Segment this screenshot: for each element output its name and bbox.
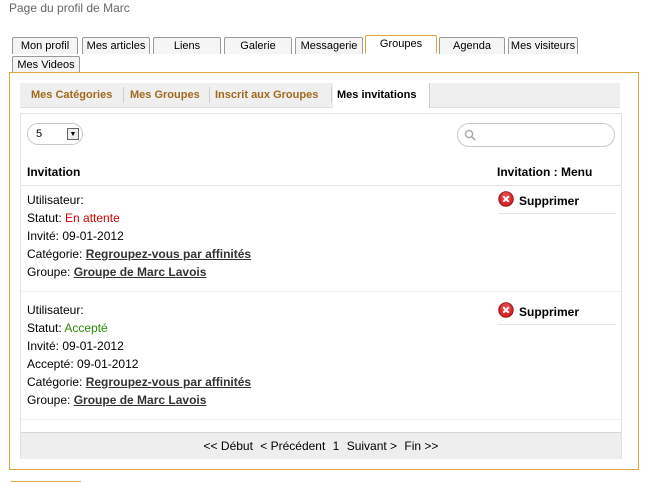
group-link[interactable]: Groupe de Marc Lavois: [74, 265, 207, 279]
user-label: Utilisateur:: [27, 193, 84, 207]
delete-label: Supprimer: [519, 305, 580, 319]
delete-circle-icon: [498, 191, 514, 207]
subtab-divider: [331, 87, 332, 103]
group-line: Groupe: Groupe de Marc Lavois: [27, 263, 251, 281]
tab-messagerie[interactable]: Messagerie: [295, 37, 363, 54]
search-icon: [464, 129, 476, 141]
invitation-row: Utilisateur: Statut: En attente Invité: …: [27, 191, 251, 281]
per-page-select[interactable]: 5 ▼: [27, 123, 83, 145]
category-line: Catégorie: Regroupez-vous par affinités: [27, 245, 251, 263]
category-line: Catégorie: Regroupez-vous par affinités: [27, 373, 251, 391]
row-divider: [21, 291, 621, 292]
column-header-invitation: Invitation: [27, 165, 81, 179]
tab-groupes[interactable]: Groupes: [365, 35, 437, 54]
accepted-date: 09-01-2012: [77, 357, 139, 371]
header-divider: [21, 185, 621, 186]
subtab-divider: [123, 87, 124, 103]
status-line: Statut: Accepté: [27, 319, 251, 337]
group-label: Groupe:: [27, 393, 71, 407]
pager-first[interactable]: << Début: [204, 439, 253, 453]
invitations-box: 5 ▼ Invitation Invitation : Menu Utilisa…: [20, 113, 622, 459]
tab-mes-videos[interactable]: Mes Videos: [12, 56, 80, 73]
tab-mon-profil[interactable]: Mon profil: [12, 37, 78, 54]
category-label: Catégorie:: [27, 375, 83, 389]
pager-current: 1: [332, 439, 340, 453]
group-label: Groupe:: [27, 265, 71, 279]
delete-button[interactable]: Supprimer: [498, 302, 616, 325]
subtab-divider: [209, 87, 210, 103]
pager-prev[interactable]: < Précédent: [260, 439, 325, 453]
category-link[interactable]: Regroupez-vous par affinités: [86, 247, 251, 261]
invited-date: 09-01-2012: [62, 229, 124, 243]
chevron-down-icon[interactable]: ▼: [67, 128, 79, 140]
delete-label: Supprimer: [519, 194, 580, 208]
invited-label: Invité:: [27, 339, 60, 353]
group-link[interactable]: Groupe de Marc Lavois: [74, 393, 207, 407]
invited-line: Invité: 09-01-2012: [27, 227, 251, 245]
status-value: Accepté: [64, 321, 108, 335]
tab-liens[interactable]: Liens: [153, 37, 221, 54]
status-line: Statut: En attente: [27, 209, 251, 227]
pager-last[interactable]: Fin >>: [404, 439, 438, 453]
invited-line: Invité: 09-01-2012: [27, 337, 251, 355]
row-divider: [21, 419, 621, 420]
subtab-inscrit-aux-groupes[interactable]: Inscrit aux Groupes: [215, 83, 318, 107]
search-input[interactable]: [457, 123, 615, 147]
delete-button[interactable]: Supprimer: [498, 191, 616, 214]
per-page-value: 5: [36, 128, 43, 140]
pagination: << Début < Précédent 1 Suivant > Fin >>: [21, 432, 621, 459]
delete-circle-icon: [498, 302, 514, 318]
subtab-mes-categories[interactable]: Mes Catégories: [31, 83, 112, 107]
pager-next[interactable]: Suivant >: [347, 439, 397, 453]
subtab-mes-groupes[interactable]: Mes Groupes: [130, 83, 200, 107]
accepted-line: Accepté: 09-01-2012: [27, 355, 251, 373]
groups-panel: Mes Catégories Mes Groupes Inscrit aux G…: [9, 72, 639, 470]
tab-mes-visiteurs[interactable]: Mes visiteurs: [508, 37, 578, 54]
user-label: Utilisateur:: [27, 303, 84, 317]
invited-date: 09-01-2012: [62, 339, 124, 353]
subtabs-bar: Mes Catégories Mes Groupes Inscrit aux G…: [20, 83, 620, 108]
tab-mes-articles[interactable]: Mes articles: [82, 37, 150, 54]
status-label: Statut:: [27, 211, 62, 225]
status-value: En attente: [65, 211, 120, 225]
column-header-menu: Invitation : Menu: [497, 165, 593, 179]
tab-agenda[interactable]: Agenda: [439, 37, 505, 54]
group-line: Groupe: Groupe de Marc Lavois: [27, 391, 251, 409]
bottom-divider: [11, 481, 81, 482]
invitation-row: Utilisateur: Statut: Accepté Invité: 09-…: [27, 301, 251, 409]
status-label: Statut:: [27, 321, 62, 335]
invited-label: Invité:: [27, 229, 60, 243]
tab-galerie[interactable]: Galerie: [224, 37, 292, 54]
category-label: Catégorie:: [27, 247, 83, 261]
page-title: Page du profil de Marc: [9, 1, 130, 15]
category-link[interactable]: Regroupez-vous par affinités: [86, 375, 251, 389]
accepted-label: Accepté:: [27, 357, 74, 371]
subtab-mes-invitations[interactable]: Mes invitations: [333, 83, 430, 108]
